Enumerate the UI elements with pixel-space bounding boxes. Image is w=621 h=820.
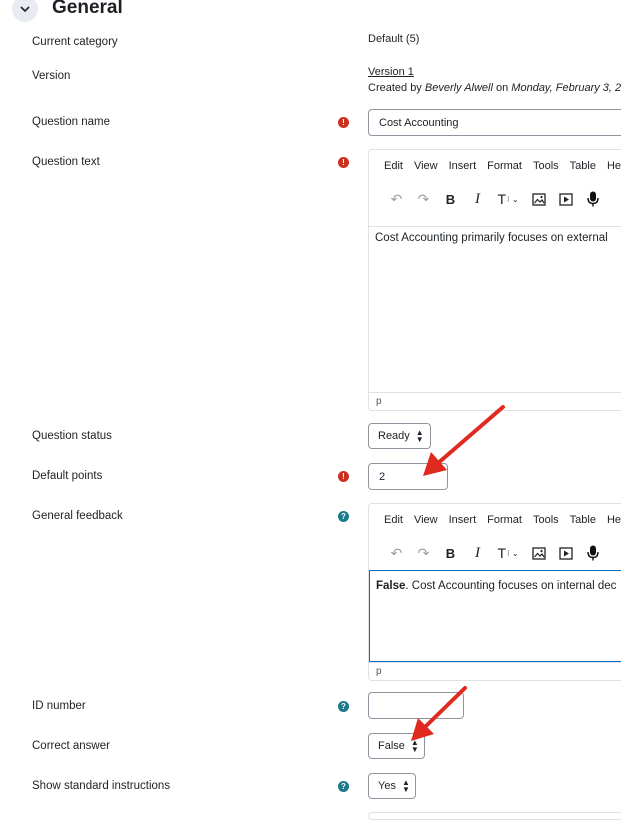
- microphone-icon[interactable]: [579, 542, 606, 564]
- question-text-label: Question text: [32, 156, 100, 168]
- correct-answer-label: Correct answer: [32, 740, 110, 752]
- show-instructions-label: Show standard instructions: [32, 780, 171, 792]
- editor-toolbar: ↶ ↷ B I T ⁝ ⌄: [383, 542, 606, 564]
- media-icon[interactable]: [552, 542, 579, 564]
- menu-view[interactable]: View: [414, 514, 438, 526]
- required-icon: !: [338, 117, 349, 128]
- annotation-arrow-icon: [423, 405, 505, 476]
- menu-insert[interactable]: Insert: [449, 514, 477, 526]
- show-instructions-select[interactable]: Yes ▲ ▼: [368, 773, 416, 799]
- question-text-content[interactable]: Cost Accounting primarily focuses on ext…: [369, 226, 621, 392]
- help-icon[interactable]: ?: [338, 781, 349, 792]
- select-arrows-icon: ▲ ▼: [401, 778, 410, 794]
- current-category-value: Default (5): [368, 33, 420, 45]
- editor-toolbar: ↶ ↷ B I T ⁝ ⌄: [383, 188, 606, 210]
- menu-insert[interactable]: Insert: [449, 160, 477, 172]
- menu-format[interactable]: Format: [487, 160, 522, 172]
- menu-help[interactable]: Hel: [607, 160, 621, 172]
- general-feedback-editor[interactable]: Edit View Insert Format Tools Table Hel …: [368, 503, 621, 681]
- version-label: Version: [32, 70, 71, 82]
- collapse-section-button[interactable]: [12, 0, 38, 22]
- question-name-label: Question name: [32, 116, 110, 128]
- help-icon[interactable]: ?: [338, 701, 349, 712]
- annotation-arrow-icon: [411, 686, 467, 741]
- undo-icon[interactable]: ↶: [383, 542, 410, 564]
- default-points-label: Default points: [32, 470, 103, 482]
- menu-edit[interactable]: Edit: [384, 514, 403, 526]
- help-icon[interactable]: ?: [338, 511, 349, 522]
- version-link[interactable]: Version 1: [368, 66, 414, 78]
- menu-format[interactable]: Format: [487, 514, 522, 526]
- bold-icon[interactable]: B: [437, 188, 464, 210]
- menu-help[interactable]: Hel: [607, 514, 621, 526]
- section-title: General: [52, 0, 123, 18]
- italic-icon[interactable]: I: [464, 188, 491, 210]
- editor-statusbar-path: p: [369, 662, 621, 680]
- question-status-label: Question status: [32, 430, 112, 442]
- current-category-label: Current category: [32, 36, 118, 48]
- question-text-editor[interactable]: Edit View Insert Format Tools Table Hel …: [368, 149, 621, 411]
- next-editor-edge: [368, 812, 621, 820]
- menu-view[interactable]: View: [414, 160, 438, 172]
- image-icon[interactable]: [525, 188, 552, 210]
- image-icon[interactable]: [525, 542, 552, 564]
- menu-tools[interactable]: Tools: [533, 160, 559, 172]
- menu-edit[interactable]: Edit: [384, 160, 403, 172]
- question-name-input[interactable]: Cost Accounting: [368, 109, 621, 136]
- editor-menubar: Edit View Insert Format Tools Table Hel: [384, 160, 621, 172]
- bold-icon[interactable]: B: [437, 542, 464, 564]
- general-feedback-label: General feedback: [32, 510, 123, 522]
- chevron-down-icon: [20, 6, 30, 13]
- menu-table[interactable]: Table: [570, 514, 596, 526]
- general-feedback-content[interactable]: False. Cost Accounting focuses on intern…: [369, 570, 621, 662]
- redo-icon[interactable]: ↷: [410, 188, 437, 210]
- version-created-info: Created by Beverly Alwell on Monday, Feb…: [368, 82, 621, 94]
- required-icon: !: [338, 157, 349, 168]
- media-icon[interactable]: [552, 188, 579, 210]
- menu-table[interactable]: Table: [570, 160, 596, 172]
- required-icon: !: [338, 471, 349, 482]
- italic-icon[interactable]: I: [464, 542, 491, 564]
- redo-icon[interactable]: ↷: [410, 542, 437, 564]
- microphone-icon[interactable]: [579, 188, 606, 210]
- menu-tools[interactable]: Tools: [533, 514, 559, 526]
- undo-icon[interactable]: ↶: [383, 188, 410, 210]
- text-style-icon[interactable]: T ⁝ ⌄: [491, 188, 525, 210]
- id-number-label: ID number: [32, 700, 86, 712]
- editor-menubar: Edit View Insert Format Tools Table Hel: [384, 514, 621, 526]
- text-style-icon[interactable]: T ⁝ ⌄: [491, 542, 525, 564]
